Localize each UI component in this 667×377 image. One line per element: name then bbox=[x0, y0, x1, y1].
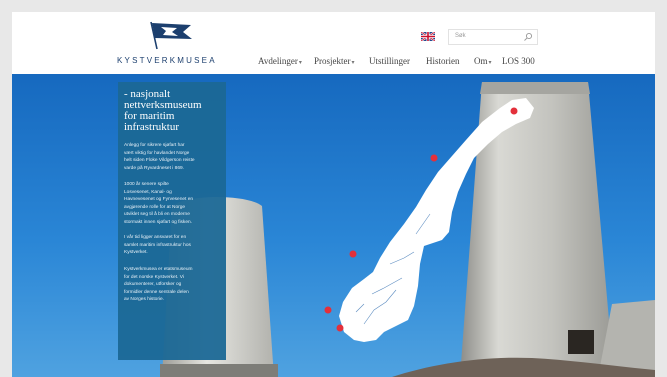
nav-label: Avdelinger bbox=[258, 56, 298, 66]
hero-banner: - nasjonalt nettverksmuseum for maritim … bbox=[12, 74, 655, 377]
text-line: vært viktig for havlandet Norge bbox=[124, 150, 190, 156]
search-placeholder: Søk bbox=[455, 33, 466, 39]
text-line: for det norske Kystverket. Vi bbox=[124, 274, 184, 280]
text-line: av Norges historie. bbox=[124, 297, 164, 303]
nav-item-los-300[interactable]: LOS 300 bbox=[502, 56, 535, 66]
site-logo[interactable]: KYSTVERKMUSEA bbox=[117, 20, 237, 74]
panel-paragraph: 1000 år senere spilte Losvesenet, Kanal-… bbox=[124, 181, 222, 227]
search-box[interactable]: Søk bbox=[448, 29, 538, 45]
browser-page: KYSTVERKMUSEA Søk Avdelinger▾ Prosjekter… bbox=[12, 12, 655, 377]
chevron-down-icon: ▾ bbox=[488, 60, 492, 66]
flag-logo-icon bbox=[150, 21, 192, 50]
panel-paragraph: I vår tid ligger ansvaret for en samlet … bbox=[124, 234, 222, 257]
nav-item-prosjekter[interactable]: Prosjekter▾ bbox=[314, 56, 355, 66]
text-line: Anlegg for sikrere sjøfart har bbox=[124, 143, 185, 148]
text-line: helt siden Floke Vildgerson reiste bbox=[124, 158, 195, 164]
text-line: Kystverket. bbox=[124, 250, 148, 256]
text-line: formidler denne sentrale delen bbox=[124, 289, 189, 295]
panel-title: - nasjonalt nettverksmuseum for maritim … bbox=[124, 89, 224, 133]
nav-label: Historien bbox=[426, 56, 460, 66]
text-line: dokumenterer, utforsker og bbox=[124, 282, 182, 288]
brand-name: KYSTVERKMUSEA bbox=[117, 56, 217, 65]
uk-flag-icon[interactable] bbox=[421, 32, 435, 41]
nav-label: LOS 300 bbox=[502, 56, 535, 66]
nav-label: Prosjekter bbox=[314, 56, 351, 66]
site-header: KYSTVERKMUSEA Søk Avdelinger▾ Prosjekter… bbox=[12, 12, 655, 74]
search-icon[interactable] bbox=[523, 32, 533, 42]
intro-panel: - nasjonalt nettverksmuseum for maritim … bbox=[118, 82, 226, 360]
text-line: Kystverkmusea er etatsmuseum bbox=[124, 267, 193, 272]
text-line: samlet maritim infrastruktur hos bbox=[124, 242, 191, 248]
panel-title-line: infrastruktur bbox=[124, 121, 179, 133]
chevron-down-icon: ▾ bbox=[298, 60, 302, 66]
chevron-down-icon: ▾ bbox=[351, 60, 355, 66]
nav-item-avdelinger[interactable]: Avdelinger▾ bbox=[258, 56, 302, 66]
text-line: 1000 år senere spilte bbox=[124, 182, 169, 187]
panel-paragraph: Kystverkmusea er etatsmuseum for det nor… bbox=[124, 266, 222, 304]
hero-image bbox=[12, 74, 655, 377]
text-line: utviklet seg til å bli en moderne bbox=[124, 212, 190, 218]
nav-item-om[interactable]: Om▾ bbox=[474, 56, 492, 66]
panel-paragraph: Anlegg for sikrere sjøfart har vært vikt… bbox=[124, 142, 222, 172]
nav-label: Utstillinger bbox=[369, 56, 410, 66]
text-line: Havnevesenet og Fyrvesenet en bbox=[124, 197, 194, 203]
text-line: avgjørende rolle for at Norge bbox=[124, 204, 186, 210]
text-line: varde på Ryvardneset i 869. bbox=[124, 165, 184, 171]
text-line: stormakt innen sjøfart og fisken. bbox=[124, 219, 192, 225]
nav-label: Om bbox=[474, 56, 488, 66]
text-line: Losvesenet, Kanal- og bbox=[124, 189, 172, 195]
nav-item-utstillinger[interactable]: Utstillinger bbox=[369, 56, 410, 66]
text-line: I vår tid ligger ansvaret for en bbox=[124, 235, 187, 240]
nav-item-historien[interactable]: Historien bbox=[426, 56, 460, 66]
